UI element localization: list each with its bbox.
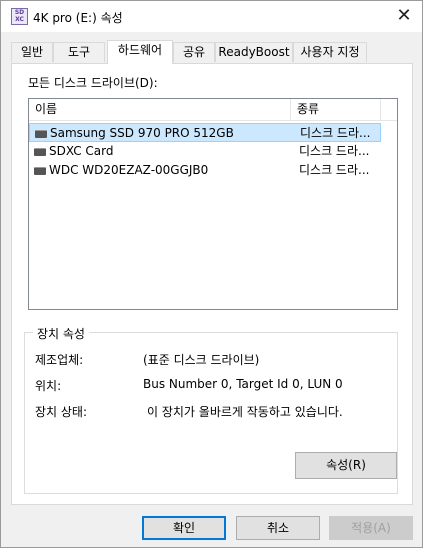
manufacturer-value: (표준 디스크 드라이브) bbox=[143, 353, 260, 367]
cancel-button[interactable]: 취소 bbox=[236, 516, 320, 540]
manufacturer-label: 제조업체: bbox=[35, 353, 84, 367]
drives-label: 모든 디스크 드라이브(D): bbox=[28, 76, 158, 90]
drives-list[interactable]: 이름 종류 Samsung SSD 970 PRO 512GB 디스크 드라..… bbox=[28, 98, 398, 310]
list-item[interactable]: Samsung SSD 970 PRO 512GB 디스크 드라... bbox=[29, 123, 381, 142]
hardware-panel: 모든 디스크 드라이브(D): 이름 종류 Samsung SSD 970 PR… bbox=[11, 63, 413, 505]
properties-window: SD XC 4K pro (E:) 속성 ✕ 일반 도구 하드웨어 공유 Read… bbox=[0, 0, 423, 548]
tab-tools[interactable]: 도구 bbox=[53, 42, 105, 62]
drive-name: WDC WD20EZAZ-00GGJB0 bbox=[49, 163, 209, 177]
drive-name: Samsung SSD 970 PRO 512GB bbox=[50, 126, 234, 140]
close-icon[interactable]: ✕ bbox=[394, 6, 414, 26]
tab-general[interactable]: 일반 bbox=[11, 42, 53, 62]
tab-readyboost[interactable]: ReadyBoost bbox=[215, 42, 293, 62]
ok-button[interactable]: 확인 bbox=[142, 516, 226, 540]
drive-name: SDXC Card bbox=[49, 144, 114, 158]
column-type[interactable]: 종류 bbox=[291, 99, 381, 120]
window-title: 4K pro (E:) 속성 bbox=[33, 11, 123, 25]
drive-icon bbox=[35, 130, 47, 138]
drive-type: 디스크 드라... bbox=[300, 126, 371, 140]
group-title: 장치 속성 bbox=[33, 325, 89, 342]
tab-sharing[interactable]: 공유 bbox=[173, 42, 215, 62]
tab-bar: 일반 도구 하드웨어 공유 ReadyBoost 사용자 지정 bbox=[11, 40, 413, 64]
list-header: 이름 종류 bbox=[29, 99, 397, 121]
status-value: 이 장치가 올바르게 작동하고 있습니다. bbox=[147, 405, 343, 419]
drive-icon bbox=[34, 148, 46, 156]
drive-type: 디스크 드라... bbox=[299, 144, 370, 158]
location-label: 위치: bbox=[35, 379, 62, 393]
list-item[interactable]: WDC WD20EZAZ-00GGJB0 디스크 드라... bbox=[29, 161, 381, 180]
column-name[interactable]: 이름 bbox=[29, 99, 291, 120]
status-label: 장치 상태: bbox=[35, 405, 88, 419]
device-properties-button[interactable]: 속성(R) bbox=[295, 452, 397, 479]
sdxc-card-icon: SD XC bbox=[11, 8, 28, 25]
tab-hardware[interactable]: 하드웨어 bbox=[107, 40, 173, 64]
device-properties-group: 장치 속성 제조업체: (표준 디스크 드라이브) 위치: Bus Number… bbox=[24, 325, 398, 494]
drive-type: 디스크 드라... bbox=[299, 163, 370, 177]
apply-button: 적용(A) bbox=[329, 516, 413, 540]
tab-customize[interactable]: 사용자 지정 bbox=[293, 42, 367, 62]
title-bar: SD XC 4K pro (E:) 속성 ✕ bbox=[1, 1, 422, 32]
drive-icon bbox=[34, 167, 46, 175]
location-value: Bus Number 0, Target Id 0, LUN 0 bbox=[143, 377, 343, 391]
list-item[interactable]: SDXC Card 디스크 드라... bbox=[29, 142, 381, 161]
